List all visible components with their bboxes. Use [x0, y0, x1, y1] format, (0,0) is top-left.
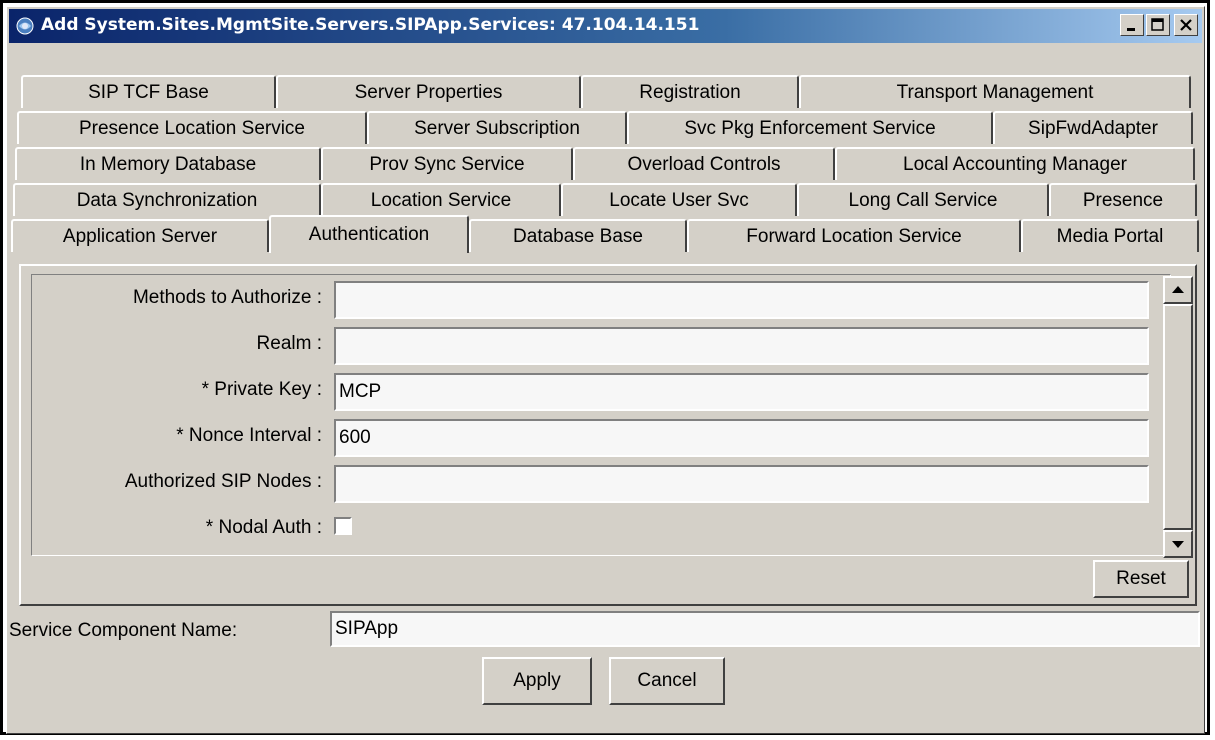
scroll-thumb[interactable]	[1163, 304, 1193, 530]
tab-registration[interactable]: Registration	[581, 75, 799, 108]
tab-row-4: Data Synchronization Location Service Lo…	[7, 183, 1204, 217]
tab-application-server[interactable]: Application Server	[11, 219, 269, 252]
authorized-sip-nodes-label: Authorized SIP Nodes :	[124, 471, 322, 492]
methods-to-authorize-row: Methods to Authorize :	[32, 279, 1172, 319]
window-app-icon	[15, 16, 35, 36]
nonce-interval-label: * Nonce Interval :	[176, 425, 322, 446]
tab-long-call-service[interactable]: Long Call Service	[797, 183, 1049, 216]
tab-locate-user-svc[interactable]: Locate User Svc	[561, 183, 797, 216]
tab-server-subscription[interactable]: Server Subscription	[367, 111, 627, 144]
realm-label: Realm :	[256, 333, 322, 354]
window-controls	[1120, 14, 1198, 36]
tab-row-3: In Memory Database Prov Sync Service Ove…	[7, 147, 1204, 181]
tab-presence-location-service[interactable]: Presence Location Service	[17, 111, 367, 144]
service-component-name-input[interactable]: SIPApp	[330, 611, 1200, 647]
realm-input[interactable]	[334, 327, 1149, 365]
tab-media-portal[interactable]: Media Portal	[1021, 219, 1199, 252]
tab-forward-location-service[interactable]: Forward Location Service	[687, 219, 1021, 252]
scroll-down-button[interactable]	[1163, 530, 1193, 558]
title-bar[interactable]: Add System.Sites.MgmtSite.Servers.SIPApp…	[9, 9, 1202, 43]
tab-prov-sync-service[interactable]: Prov Sync Service	[321, 147, 573, 180]
close-icon	[1180, 19, 1192, 31]
minimize-button[interactable]	[1120, 14, 1144, 36]
tab-server-properties[interactable]: Server Properties	[276, 75, 581, 108]
arrow-down-icon	[1172, 541, 1184, 548]
nonce-interval-input[interactable]: 600	[334, 419, 1149, 457]
scroll-up-button[interactable]	[1163, 276, 1193, 304]
service-component-name-label: Service Component Name:	[9, 620, 238, 641]
private-key-label: * Private Key :	[201, 379, 322, 400]
dialog-window: Add System.Sites.MgmtSite.Servers.SIPApp…	[6, 6, 1205, 734]
tab-row-1: SIP TCF Base Server Properties Registrat…	[7, 75, 1204, 109]
private-key-row: * Private Key : MCP	[32, 371, 1172, 411]
tab-sip-tcf-base[interactable]: SIP TCF Base	[21, 75, 276, 108]
nodal-auth-row: * Nodal Auth :	[32, 509, 1172, 549]
tab-row-2: Presence Location Service Server Subscri…	[7, 111, 1204, 145]
tab-data-synchronization[interactable]: Data Synchronization	[13, 183, 321, 216]
authentication-panel: Methods to Authorize : Realm : * Private…	[19, 264, 1197, 606]
close-button[interactable]	[1174, 14, 1198, 36]
tab-overload-controls[interactable]: Overload Controls	[573, 147, 835, 180]
tab-in-memory-database[interactable]: In Memory Database	[15, 147, 321, 180]
authorized-sip-nodes-input[interactable]	[334, 465, 1149, 503]
authorized-sip-nodes-row: Authorized SIP Nodes :	[32, 463, 1172, 503]
tab-sipfwdadapter[interactable]: SipFwdAdapter	[993, 111, 1193, 144]
tab-row-5: Application Server Authentication Databa…	[7, 215, 1204, 253]
form-area: Methods to Authorize : Realm : * Private…	[31, 274, 1171, 556]
reset-button[interactable]: Reset	[1093, 560, 1189, 598]
vertical-scrollbar[interactable]	[1163, 276, 1193, 558]
private-key-input[interactable]: MCP	[334, 373, 1149, 411]
minimize-icon	[1127, 28, 1135, 31]
methods-to-authorize-label: Methods to Authorize :	[132, 287, 322, 308]
tab-location-service[interactable]: Location Service	[321, 183, 561, 216]
tab-svc-pkg-enforcement-service[interactable]: Svc Pkg Enforcement Service	[627, 111, 993, 144]
nonce-interval-row: * Nonce Interval : 600	[32, 417, 1172, 457]
apply-button[interactable]: Apply	[482, 657, 592, 705]
nodal-auth-checkbox[interactable]	[334, 517, 352, 535]
tab-presence[interactable]: Presence	[1049, 183, 1197, 216]
tab-authentication[interactable]: Authentication	[269, 215, 469, 253]
realm-row: Realm :	[32, 325, 1172, 365]
tab-database-base[interactable]: Database Base	[469, 219, 687, 252]
nodal-auth-label: * Nodal Auth :	[205, 517, 322, 538]
cancel-button[interactable]: Cancel	[609, 657, 725, 705]
tab-transport-management[interactable]: Transport Management	[799, 75, 1191, 108]
methods-to-authorize-input[interactable]	[334, 281, 1149, 319]
arrow-up-icon	[1172, 286, 1184, 293]
window-title: Add System.Sites.MgmtSite.Servers.SIPApp…	[41, 15, 700, 35]
tab-local-accounting-manager[interactable]: Local Accounting Manager	[835, 147, 1195, 180]
maximize-icon	[1151, 18, 1164, 31]
maximize-button[interactable]	[1146, 14, 1170, 36]
